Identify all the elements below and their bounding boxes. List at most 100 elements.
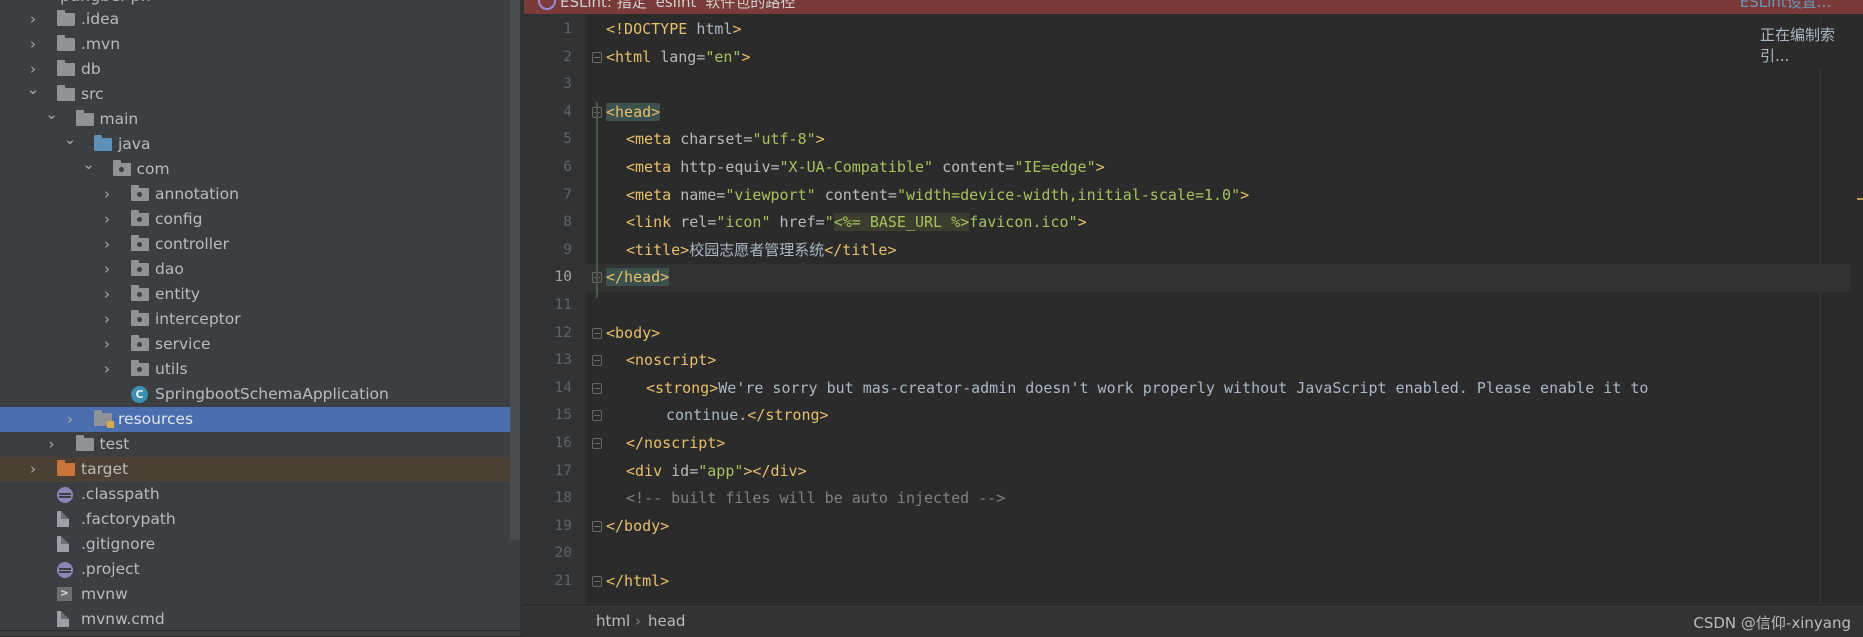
tree-item-idea[interactable]: › .idea bbox=[0, 7, 520, 32]
code-line[interactable]: 10 </head> bbox=[524, 264, 1863, 292]
tree-item-entity[interactable]: › entity bbox=[0, 282, 520, 307]
code-line[interactable]: 6 <meta http-equiv="X-UA-Compatible" cont… bbox=[524, 154, 1863, 182]
fold-toggle-icon[interactable] bbox=[592, 327, 602, 339]
tree-item-interceptor[interactable]: › interceptor bbox=[0, 307, 520, 332]
tree-item-config[interactable]: › config bbox=[0, 207, 520, 232]
token-attr: content= bbox=[942, 157, 1015, 176]
code-line[interactable]: 14 <strong>We're sorry but mas-creator-ad… bbox=[524, 375, 1863, 403]
tree-item-mvnw.cmd[interactable]: mvnw.cmd bbox=[0, 607, 520, 632]
tree-item-src[interactable]: ⌄ src bbox=[0, 80, 520, 107]
chevron-right-icon[interactable]: › bbox=[100, 357, 114, 382]
tree-item-factorypath[interactable]: .factorypath bbox=[0, 507, 520, 532]
code-line[interactable]: 15 continue.</strong> bbox=[524, 402, 1863, 430]
fold-toggle-icon[interactable] bbox=[592, 51, 602, 63]
token-attr: name= bbox=[680, 185, 726, 204]
fold-toggle-icon[interactable] bbox=[592, 410, 602, 422]
code-line[interactable]: 17 <div id="app"></div> bbox=[524, 458, 1863, 486]
token-plain: html bbox=[696, 20, 733, 38]
tree-item-classpath[interactable]: .classpath bbox=[0, 482, 520, 507]
chevron-right-icon[interactable]: › bbox=[100, 182, 114, 207]
code-line[interactable]: 19 </body> bbox=[524, 513, 1863, 541]
tree-item-main[interactable]: ⌄ main bbox=[0, 105, 520, 132]
code-line[interactable]: 5 <meta charset="utf-8"> bbox=[524, 126, 1863, 154]
chevron-right-icon[interactable]: › bbox=[100, 257, 114, 282]
tree-item-java[interactable]: ⌄ java bbox=[0, 130, 520, 157]
code-line[interactable]: 21 </html> bbox=[524, 568, 1863, 596]
tree-item-service[interactable]: › service bbox=[0, 332, 520, 357]
tree-item-annotation[interactable]: › annotation bbox=[0, 182, 520, 207]
code-line[interactable]: 9 <title>校园志愿者管理系统</title> bbox=[524, 237, 1863, 265]
eslint-settings-link[interactable]: ESLint设置... bbox=[1740, 0, 1831, 12]
chevron-right-icon[interactable]: › bbox=[100, 232, 114, 257]
tree-item-controller[interactable]: › controller bbox=[0, 232, 520, 257]
fold-toggle-icon[interactable] bbox=[592, 520, 602, 532]
tree-item-label: service bbox=[155, 335, 211, 353]
tree-scrollbar[interactable] bbox=[510, 0, 520, 540]
tree-item-target[interactable]: › target bbox=[0, 457, 520, 482]
tree-item-springbootschemaapplication[interactable]: C SpringbootSchemaApplication bbox=[0, 382, 520, 407]
chevron-down-icon[interactable]: ⌄ bbox=[63, 127, 77, 152]
chevron-right-icon: › bbox=[635, 612, 641, 630]
chevron-right-icon[interactable]: › bbox=[26, 32, 40, 57]
token-attr: href= bbox=[779, 213, 825, 232]
chevron-right-icon[interactable]: › bbox=[100, 282, 114, 307]
code-line[interactable]: 16 </noscript> bbox=[524, 430, 1863, 458]
code-line[interactable]: 13 <noscript> bbox=[524, 347, 1863, 375]
chevron-down-icon[interactable]: ⌄ bbox=[26, 77, 40, 102]
tree-item-resources[interactable]: › resources bbox=[0, 407, 520, 432]
tree-item-label: dao bbox=[155, 260, 184, 278]
warning-marker[interactable] bbox=[1857, 198, 1863, 200]
line-number: 20 bbox=[554, 545, 572, 562]
code-line[interactable]: 18 <!-- built files will be auto injected… bbox=[524, 485, 1863, 513]
tree-item-gitignore[interactable]: .gitignore bbox=[0, 532, 520, 557]
chevron-right-icon[interactable]: › bbox=[26, 7, 40, 32]
code-line[interactable]: 11 bbox=[524, 292, 1863, 320]
chevron-down-icon[interactable]: ⌄ bbox=[82, 152, 96, 177]
chevron-right-icon[interactable]: › bbox=[100, 332, 114, 357]
java-class-icon: C bbox=[131, 386, 148, 403]
token-attr: lang= bbox=[660, 47, 706, 66]
tree-item-dao[interactable]: › dao bbox=[0, 257, 520, 282]
chevron-right-icon[interactable]: › bbox=[100, 207, 114, 232]
fold-toggle-icon[interactable] bbox=[592, 575, 602, 587]
tree-item-project[interactable]: .project bbox=[0, 557, 520, 582]
chevron-right-icon[interactable]: › bbox=[100, 307, 114, 332]
eslint-icon bbox=[538, 0, 556, 10]
chevron-right-icon[interactable]: › bbox=[45, 432, 59, 457]
token-val: "icon" bbox=[716, 213, 780, 232]
code-line[interactable]: 2 <html lang="en"> bbox=[524, 44, 1863, 72]
excluded-folder-icon bbox=[57, 460, 75, 476]
code-line[interactable]: 12 <body> bbox=[524, 320, 1863, 348]
code-text: <!-- built files will be auto injected -… bbox=[606, 485, 1005, 513]
editor-scrollbar[interactable] bbox=[1851, 14, 1863, 604]
tree-item-utils[interactable]: › utils bbox=[0, 357, 520, 382]
chevron-right-icon[interactable]: › bbox=[26, 457, 40, 482]
breadcrumb-html[interactable]: html bbox=[596, 612, 630, 630]
code-line[interactable]: 4 <head> bbox=[524, 99, 1863, 127]
token-attr: rel= bbox=[680, 213, 717, 232]
fold-toggle-icon[interactable] bbox=[592, 355, 602, 367]
tree-item-mvn[interactable]: › .mvn bbox=[0, 32, 520, 57]
code-line[interactable]: 8 <link rel="icon" href="<%= BASE_URL %>f… bbox=[524, 209, 1863, 237]
tree-item-db[interactable]: › db bbox=[0, 57, 520, 82]
token-val: favicon.ico" bbox=[969, 213, 1078, 232]
chevron-down-icon[interactable]: ⌄ bbox=[45, 102, 59, 127]
code-line[interactable]: 20 bbox=[524, 540, 1863, 568]
code-lines[interactable]: 1 <!DOCTYPE html> 2 <html lang="en"> 3 4 <head… bbox=[524, 16, 1863, 595]
package-icon bbox=[131, 360, 149, 376]
code-editor[interactable]: 1 <!DOCTYPE html> 2 <html lang="en"> 3 4 <head… bbox=[524, 0, 1863, 637]
code-line[interactable]: 3 bbox=[524, 71, 1863, 99]
breadcrumb-head[interactable]: head bbox=[648, 612, 685, 630]
fold-toggle-icon[interactable] bbox=[592, 437, 602, 449]
source-folder-icon bbox=[94, 135, 112, 151]
tree-item-test[interactable]: › test bbox=[0, 432, 520, 457]
tree-item-mvnw[interactable]: > mvnw bbox=[0, 582, 520, 607]
tree-item-com[interactable]: ⌄ com bbox=[0, 155, 520, 182]
code-line[interactable]: 1 <!DOCTYPE html> bbox=[524, 16, 1863, 44]
file-icon bbox=[57, 511, 69, 527]
chevron-right-icon[interactable]: › bbox=[63, 407, 77, 432]
fold-toggle-icon[interactable] bbox=[592, 382, 602, 394]
code-line[interactable]: 7 <meta name="viewport" content="width=de… bbox=[524, 182, 1863, 210]
token-tag: <title> bbox=[626, 240, 690, 259]
line-number: 2 bbox=[563, 48, 572, 65]
